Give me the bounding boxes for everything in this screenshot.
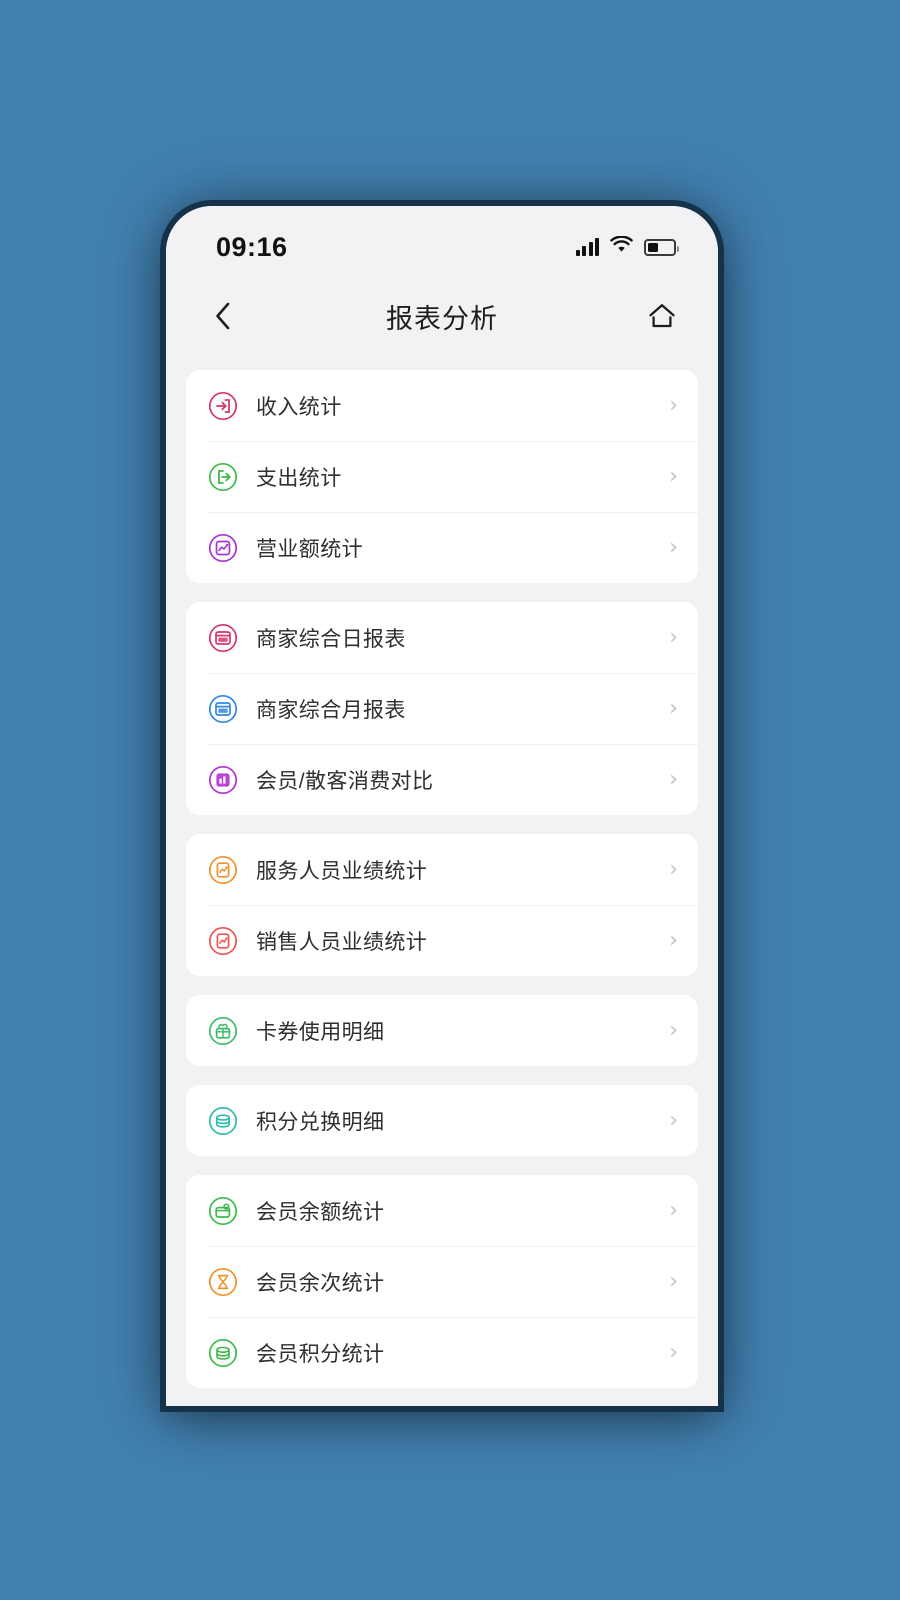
- report-card: 卡券使用明细 ›: [186, 995, 698, 1066]
- report-list-item[interactable]: 商家综合月报表 ›: [186, 673, 698, 744]
- report-list-item-label: 营业额统计: [256, 537, 363, 561]
- chevron-right-icon: ›: [669, 624, 678, 650]
- trend-chart-icon: [208, 533, 238, 562]
- chevron-right-icon: ›: [669, 1197, 678, 1223]
- report-card: 会员余额统计 › 会员余次统计 › 会员积分统计 ›: [186, 1175, 698, 1388]
- report-list[interactable]: 收入统计 › 支出统计 › 营业额统计 › 商家综合日报表 › 商家综合月报表 › 会员/散客消费对…: [166, 354, 718, 1406]
- chevron-right-icon: ›: [669, 392, 678, 418]
- gift-card-icon: [208, 1016, 238, 1045]
- performance-doc-icon: [208, 855, 238, 885]
- report-card: 收入统计 › 支出统计 › 营业额统计 ›: [186, 370, 698, 583]
- report-list-item[interactable]: 营业额统计 ›: [186, 512, 698, 583]
- report-list-item[interactable]: 会员余次统计 ›: [186, 1246, 698, 1317]
- points-icon: [208, 1338, 238, 1368]
- report-list-item[interactable]: 卡券使用明细 ›: [186, 995, 698, 1066]
- arrow-out-door-icon: [208, 462, 238, 492]
- report-list-item[interactable]: 收入统计 ›: [186, 370, 698, 441]
- report-card: 商家综合日报表 › 商家综合月报表 › 会员/散客消费对比 ›: [186, 602, 698, 815]
- arrow-into-door-icon: [208, 391, 238, 421]
- report-list-item[interactable]: 会员积分统计 ›: [186, 1317, 698, 1388]
- report-list-item[interactable]: 会员余额统计 ›: [186, 1175, 698, 1246]
- sales-doc-icon: [208, 926, 238, 956]
- report-list-item-label: 会员余额统计: [256, 1200, 385, 1224]
- wallet-icon: [208, 1196, 238, 1225]
- report-list-item[interactable]: 积分兑换明细 ›: [186, 1085, 698, 1156]
- status-bar-time: 09:16: [216, 231, 288, 262]
- report-list-item-label: 商家综合月报表: [256, 698, 406, 722]
- chevron-right-icon: ›: [669, 766, 678, 792]
- report-list-item[interactable]: 销售人员业绩统计 ›: [186, 905, 698, 976]
- day-report-icon: [208, 623, 238, 652]
- performance-doc-icon: [208, 855, 238, 884]
- home-button[interactable]: [640, 294, 684, 338]
- chevron-right-icon: ›: [669, 856, 678, 882]
- report-list-item-label: 会员积分统计: [256, 1342, 385, 1366]
- nav-bar: 报表分析: [166, 278, 718, 354]
- chevron-right-icon: ›: [669, 695, 678, 721]
- hourglass-icon: [208, 1267, 238, 1297]
- gift-card-icon: [208, 1016, 238, 1046]
- report-list-item-label: 服务人员业绩统计: [256, 859, 428, 883]
- trend-chart-icon: [208, 533, 238, 563]
- report-list-item[interactable]: 服务人员业绩统计 ›: [186, 834, 698, 905]
- report-list-item-label: 销售人员业绩统计: [256, 930, 428, 954]
- page-title: 报表分析: [386, 303, 498, 334]
- chevron-right-icon: ›: [669, 1268, 678, 1294]
- chevron-right-icon: ›: [669, 1017, 678, 1043]
- report-list-item-label: 支出统计: [256, 466, 342, 490]
- phone-frame: 09:16 报表分析 收入统计 › 支出统计 › 营业额统计 › 商家综合日报表…: [166, 206, 718, 1406]
- day-report-icon: [208, 623, 238, 653]
- home-icon: [649, 304, 675, 328]
- report-list-item-label: 会员/散客消费对比: [256, 769, 434, 793]
- points-icon: [208, 1338, 238, 1367]
- arrow-out-door-icon: [208, 462, 238, 491]
- compare-chart-icon: [208, 765, 238, 794]
- battery-icon: [644, 238, 679, 256]
- compare-chart-icon: [208, 765, 238, 795]
- wifi-icon: [610, 235, 633, 258]
- report-list-item-label: 卡券使用明细: [256, 1020, 385, 1044]
- back-button[interactable]: [200, 294, 244, 338]
- chevron-left-icon: [215, 302, 229, 330]
- chevron-right-icon: ›: [669, 534, 678, 560]
- chevron-right-icon: ›: [669, 927, 678, 953]
- chevron-right-icon: ›: [669, 1339, 678, 1365]
- hourglass-icon: [208, 1267, 238, 1296]
- report-list-item-label: 收入统计: [256, 395, 342, 419]
- report-card: 服务人员业绩统计 › 销售人员业绩统计 ›: [186, 834, 698, 976]
- sales-doc-icon: [208, 926, 238, 955]
- report-list-item-label: 商家综合日报表: [256, 627, 406, 651]
- status-bar-icons: [575, 235, 679, 258]
- coins-stack-icon: [208, 1106, 238, 1135]
- report-list-item[interactable]: 会员/散客消费对比 ›: [186, 744, 698, 815]
- chevron-right-icon: ›: [669, 463, 678, 489]
- report-list-item-label: 积分兑换明细: [256, 1110, 385, 1134]
- chevron-right-icon: ›: [669, 1107, 678, 1133]
- arrow-into-door-icon: [208, 391, 238, 420]
- month-report-icon: [208, 694, 238, 724]
- status-bar: 09:16: [166, 206, 718, 278]
- signal-bars-icon: [575, 238, 599, 256]
- report-list-item[interactable]: 商家综合日报表 ›: [186, 602, 698, 673]
- month-report-icon: [208, 694, 238, 723]
- wallet-icon: [208, 1196, 238, 1226]
- coins-stack-icon: [208, 1106, 238, 1136]
- report-list-item[interactable]: 支出统计 ›: [186, 441, 698, 512]
- report-list-item-label: 会员余次统计: [256, 1271, 385, 1295]
- report-card: 积分兑换明细 ›: [186, 1085, 698, 1156]
